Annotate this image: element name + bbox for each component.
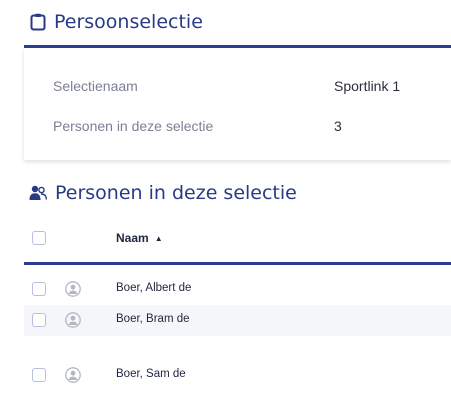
select-all-checkbox[interactable] — [32, 231, 46, 245]
name-column-header[interactable]: Naam ▲ — [116, 231, 163, 245]
user-circle-icon — [65, 367, 81, 383]
name-column-label: Naam — [116, 231, 149, 245]
person-name[interactable]: Boer, Albert de — [116, 282, 191, 294]
selection-name-label: Selectienaam — [53, 78, 138, 94]
table-header-divider — [24, 262, 451, 265]
user-circle-icon — [65, 312, 81, 328]
users-icon — [29, 185, 47, 201]
table-header: Naam ▲ — [24, 226, 451, 262]
selection-name-value: Sportlink 1 — [334, 78, 401, 94]
selection-title-text: Persoonselectie — [54, 11, 203, 33]
table-row[interactable]: Boer, Albert de — [24, 274, 451, 305]
table-row[interactable]: Boer, Bram de — [24, 305, 451, 336]
sort-ascending-icon: ▲ — [154, 233, 163, 243]
persons-title-text: Personen in deze selectie — [55, 182, 297, 204]
selection-details-card: Selectienaam Sportlink 1 Personen in dez… — [24, 48, 451, 160]
selection-section-title: Persoonselectie — [30, 11, 203, 33]
row-checkbox[interactable] — [32, 313, 46, 327]
person-count-label: Personen in deze selectie — [53, 118, 214, 134]
user-circle-icon — [65, 281, 81, 297]
clipboard-icon — [30, 13, 46, 31]
row-checkbox[interactable] — [32, 368, 46, 382]
person-count-value: 3 — [334, 118, 342, 134]
row-checkbox[interactable] — [32, 282, 46, 296]
table-row[interactable]: Boer, Sam de — [24, 360, 451, 391]
persons-section-title: Personen in deze selectie — [29, 182, 297, 204]
person-name[interactable]: Boer, Bram de — [116, 313, 190, 325]
person-name[interactable]: Boer, Sam de — [116, 368, 186, 380]
